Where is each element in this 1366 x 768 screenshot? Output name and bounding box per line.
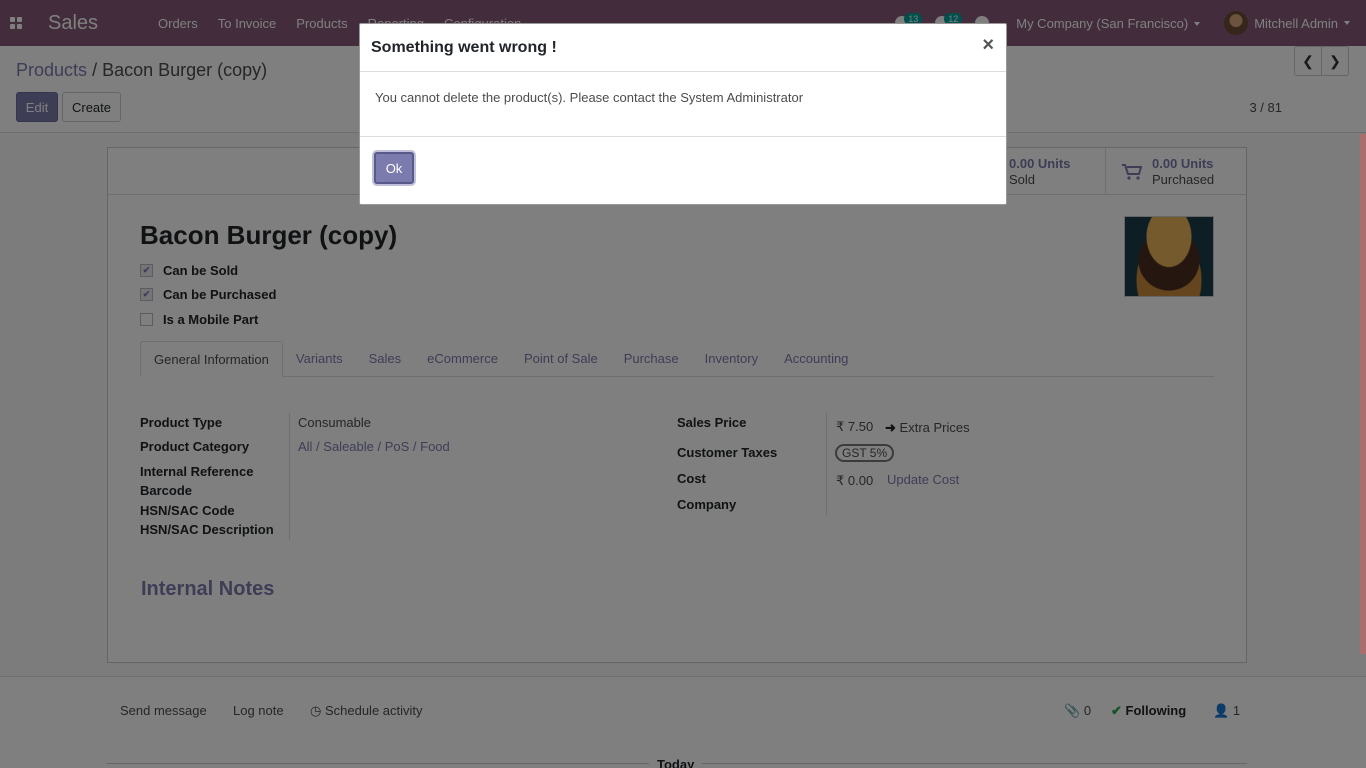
dialog-header: Something went wrong ! ×: [360, 24, 1006, 72]
error-dialog: Something went wrong ! × You cannot dele…: [359, 23, 1007, 205]
dialog-message: You cannot delete the product(s). Please…: [375, 90, 804, 105]
scrollbar[interactable]: [1360, 134, 1366, 654]
ok-button[interactable]: Ok: [374, 152, 414, 184]
close-icon[interactable]: ×: [982, 34, 994, 57]
dialog-footer-divider: [360, 136, 1006, 137]
dialog-title: Something went wrong !: [371, 39, 557, 56]
